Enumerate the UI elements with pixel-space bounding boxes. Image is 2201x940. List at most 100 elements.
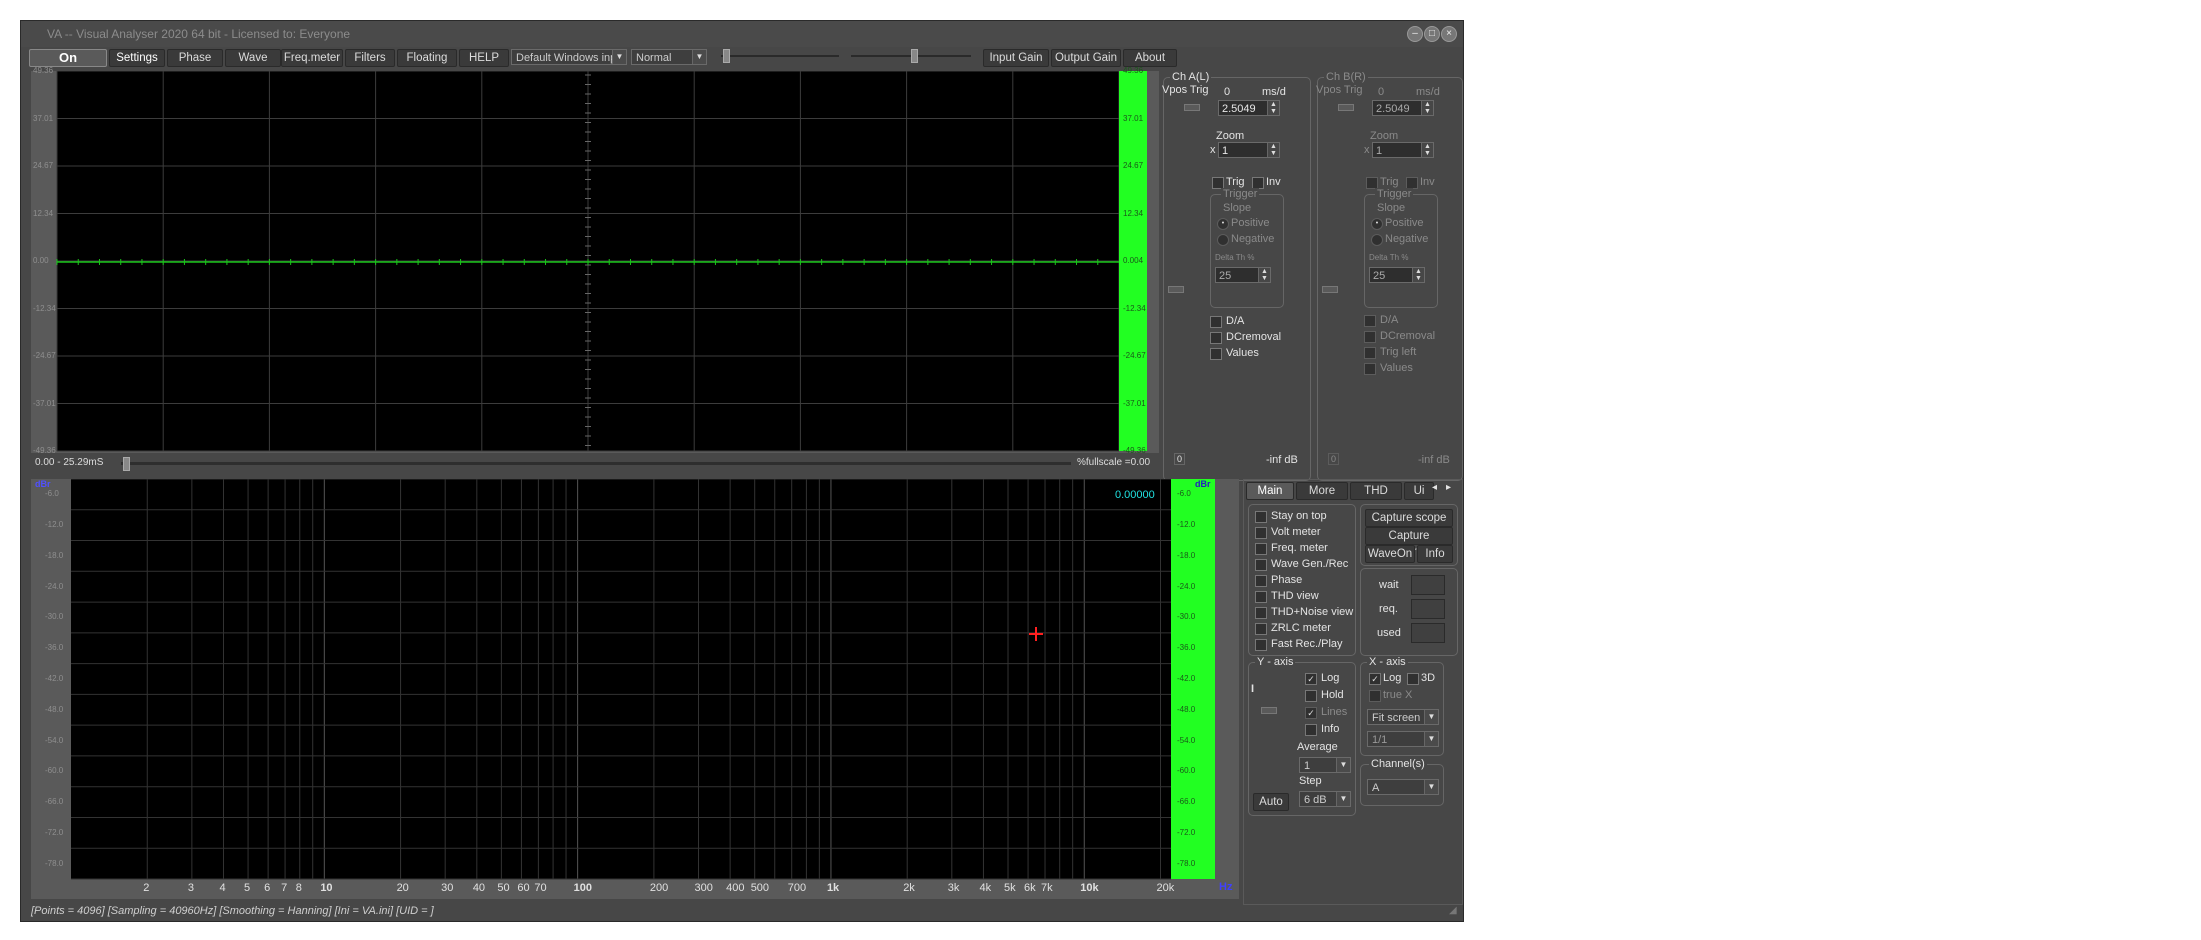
channel-b-dcremoval-label: DCremoval: [1380, 330, 1436, 342]
scope-y-tick: -24.67: [33, 351, 56, 360]
resize-grip-icon[interactable]: ◢: [1449, 905, 1457, 916]
channel-a-ms-spin[interactable]: 2.5049 ▲ ▼: [1218, 100, 1280, 116]
settings-button[interactable]: Settings: [109, 49, 165, 67]
fit-screen-select[interactable]: Fit screen ▼: [1367, 709, 1439, 725]
input-gain-slider-thumb[interactable]: [723, 49, 730, 63]
main-option-checkbox[interactable]: [1255, 591, 1267, 603]
channel-b-trig-label: Trig: [1380, 176, 1399, 188]
y-log-checkbox[interactable]: ✓: [1305, 673, 1317, 685]
channel-b-delta-spin[interactable]: 25 ▲ ▼: [1369, 267, 1425, 283]
output-gain-slider-thumb[interactable]: [911, 49, 918, 63]
channel-b-vpos-trig: Vpos Trig: [1316, 84, 1363, 96]
ratio-value: 1/1: [1372, 734, 1388, 746]
channel-b-dcremoval-checkbox[interactable]: [1364, 331, 1376, 343]
filters-button[interactable]: Filters: [345, 49, 395, 67]
input-device-select[interactable]: Default Windows inp ▼: [511, 49, 627, 65]
channel-a-vpos-slider[interactable]: [1184, 104, 1200, 111]
channel-a-delta-spin[interactable]: 25 ▲ ▼: [1215, 267, 1271, 283]
tab-thd[interactable]: THD: [1350, 482, 1402, 500]
channel-a-trig-label: Trig: [1226, 176, 1245, 188]
channel-b-trigleft-checkbox[interactable]: [1364, 347, 1376, 359]
scope-right-tick: -12.34: [1123, 303, 1146, 313]
y-hold-checkbox[interactable]: [1305, 690, 1317, 702]
x-truex-checkbox[interactable]: [1369, 690, 1381, 702]
spectrum-right-tick: -12.0: [1177, 520, 1196, 530]
y-lines-checkbox[interactable]: ✓: [1305, 707, 1317, 719]
about-button[interactable]: About: [1123, 49, 1177, 67]
main-option-checkbox[interactable]: [1255, 623, 1267, 635]
step-select[interactable]: 6 dB ▼: [1299, 791, 1351, 807]
main-option-checkbox[interactable]: [1255, 607, 1267, 619]
channel-b-ms-spin[interactable]: 2.5049 ▲ ▼: [1372, 100, 1434, 116]
fullscale-label: %fullscale =0.00: [1077, 457, 1151, 468]
channel-b-negative-radio[interactable]: [1371, 234, 1383, 246]
channel-b-level-slider[interactable]: [1322, 286, 1338, 293]
main-option-checkbox[interactable]: [1255, 527, 1267, 539]
step-value: 6 dB: [1304, 794, 1327, 806]
tab-main[interactable]: Main: [1246, 482, 1294, 500]
tab-ui[interactable]: Ui: [1404, 482, 1434, 500]
input-gain-slider-track[interactable]: [721, 55, 839, 57]
minimize-icon[interactable]: –: [1407, 26, 1423, 42]
channel-a-level-slider[interactable]: [1168, 286, 1184, 293]
capture-scope-button[interactable]: Capture scope: [1365, 509, 1453, 527]
spectrum-x-tick: 3: [187, 882, 194, 894]
spectrum-background: [71, 479, 1171, 879]
output-gain-button[interactable]: Output Gain: [1051, 49, 1121, 67]
input-gain-button[interactable]: Input Gain: [983, 49, 1049, 67]
scope-right-tick: -24.67: [1123, 351, 1146, 360]
phase-button[interactable]: Phase: [167, 49, 223, 67]
wave-on-button[interactable]: WaveOn: [1365, 545, 1415, 563]
channel-select[interactable]: A ▼: [1367, 779, 1439, 795]
y-axis-slider-mark[interactable]: I: [1251, 683, 1254, 695]
time-scroll-thumb[interactable]: [123, 457, 130, 471]
channel-b-positive-label: Positive: [1385, 217, 1424, 229]
channel-b-zoom-spin[interactable]: 1 ▲ ▼: [1372, 142, 1434, 158]
scope-right-tick: -37.01: [1123, 398, 1146, 408]
channel-a-negative-radio[interactable]: [1217, 234, 1229, 246]
spin-arrows-icon: ▲ ▼: [1412, 268, 1424, 282]
channel-b-positive-radio[interactable]: •: [1371, 218, 1383, 230]
spectrum-right-tick: -42.0: [1177, 674, 1196, 683]
freqmeter-button[interactable]: Freq.meter: [281, 49, 343, 67]
main-option-checkbox[interactable]: [1255, 639, 1267, 651]
average-select[interactable]: 1 ▼: [1299, 757, 1351, 773]
spectrum-x-tick: 300: [694, 882, 713, 894]
help-button[interactable]: HELP: [459, 49, 509, 67]
spectrum-right-tick: -48.0: [1177, 704, 1196, 714]
channel-a-da-checkbox[interactable]: [1210, 316, 1222, 328]
floating-button[interactable]: Floating: [397, 49, 457, 67]
close-icon[interactable]: ×: [1441, 26, 1457, 42]
capture-spectrum-button[interactable]: Capture spectrum: [1365, 527, 1453, 558]
channel-a-values-checkbox[interactable]: [1210, 348, 1222, 360]
x-3d-checkbox[interactable]: [1407, 673, 1419, 685]
mode-select[interactable]: Normal ▼: [631, 49, 707, 65]
tab-prev-icon[interactable]: ◂: [1432, 482, 1437, 493]
wave-button[interactable]: Wave: [225, 49, 281, 67]
channel-b-vpos-slider[interactable]: [1338, 104, 1354, 111]
main-option-checkbox[interactable]: [1255, 559, 1267, 571]
channel-b-trigger-title: Trigger: [1375, 188, 1414, 200]
channel-a-zoom-spin[interactable]: 1 ▲ ▼: [1218, 142, 1280, 158]
x-log-checkbox[interactable]: ✓: [1369, 673, 1381, 685]
channel-a-dcremoval-checkbox[interactable]: [1210, 332, 1222, 344]
main-option-checkbox[interactable]: [1255, 575, 1267, 587]
spectrum-y-tick: -78.0: [45, 858, 64, 868]
y-axis-slider[interactable]: [1261, 707, 1277, 714]
ratio-select[interactable]: 1/1 ▼: [1367, 731, 1439, 747]
status-bar: [Points = 4096] [Sampling = 40960Hz] [Sm…: [31, 905, 434, 917]
tab-more[interactable]: More: [1296, 482, 1348, 500]
auto-button[interactable]: Auto: [1253, 793, 1289, 811]
time-scroll-track[interactable]: [121, 462, 1071, 465]
channel-a-trigger-title: Trigger: [1221, 188, 1260, 200]
channel-a-positive-radio[interactable]: •: [1217, 218, 1229, 230]
main-option-checkbox[interactable]: [1255, 543, 1267, 555]
channel-b-values-checkbox[interactable]: [1364, 363, 1376, 375]
on-button[interactable]: On: [29, 49, 107, 67]
info-button[interactable]: Info: [1417, 545, 1453, 563]
channel-b-da-checkbox[interactable]: [1364, 315, 1376, 327]
y-info-checkbox[interactable]: [1305, 724, 1317, 736]
tab-next-icon[interactable]: ▸: [1446, 482, 1451, 493]
maximize-icon[interactable]: □: [1424, 26, 1440, 42]
main-option-checkbox[interactable]: [1255, 511, 1267, 523]
